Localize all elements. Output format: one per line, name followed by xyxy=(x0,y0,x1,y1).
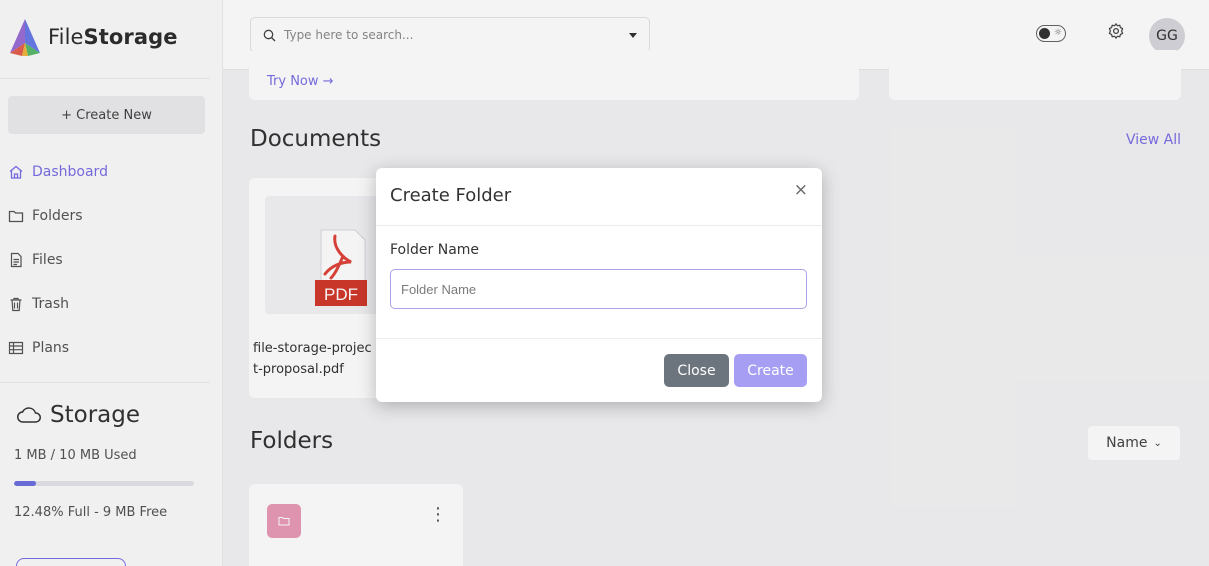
modal-title: Create Folder xyxy=(390,185,512,206)
folder-name-input[interactable] xyxy=(390,269,807,309)
close-button[interactable]: Close xyxy=(664,354,729,387)
modal-footer-divider xyxy=(376,338,822,339)
modal-header: Create Folder × xyxy=(376,168,822,226)
close-icon[interactable]: × xyxy=(794,182,808,199)
create-folder-modal: Create Folder × Folder Name Close Create xyxy=(376,168,822,402)
create-button[interactable]: Create xyxy=(734,354,807,387)
folder-name-label: Folder Name xyxy=(390,242,480,258)
